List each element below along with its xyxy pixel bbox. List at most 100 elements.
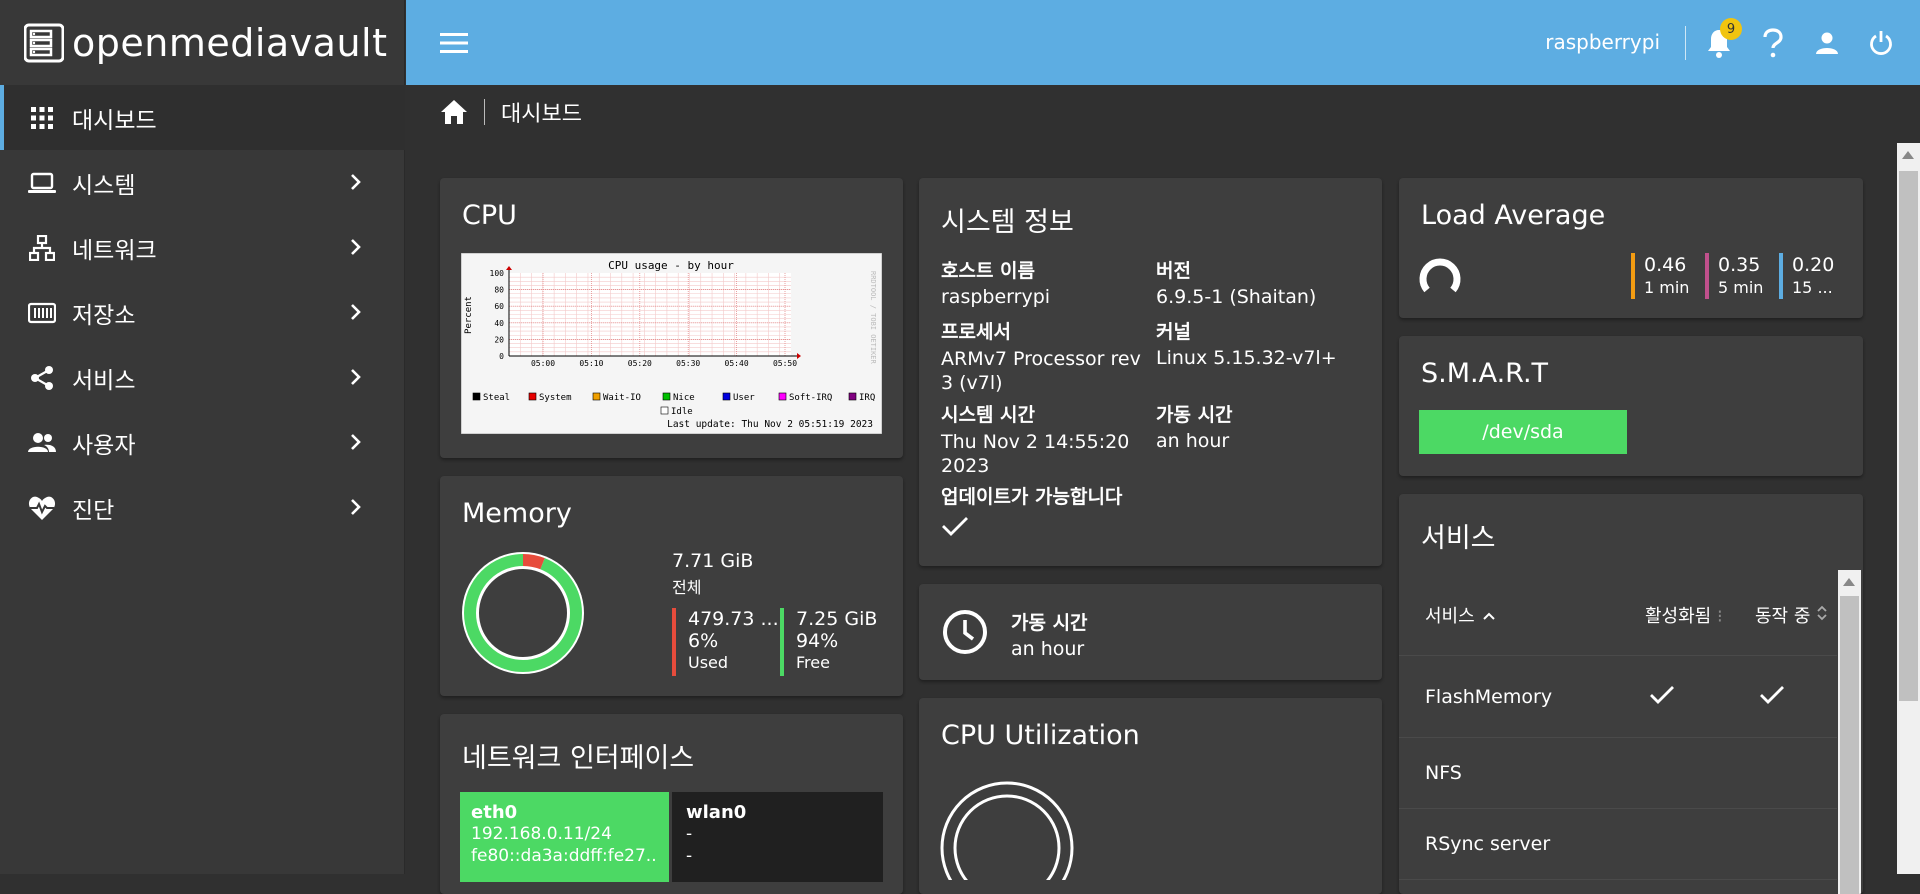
memory-total-value: 7.71 GiB [672, 550, 754, 572]
load-1min: 0.46 1 min [1631, 253, 1689, 299]
load-label: 15 ... [1792, 278, 1833, 297]
chevron-right-icon [351, 304, 361, 320]
running-check-icon [1760, 686, 1784, 704]
legend-label: Idle [671, 407, 693, 417]
help-button[interactable] [1758, 28, 1788, 58]
chart-side-label: RRDTOOL / TOBI OETIKER [869, 271, 877, 365]
card-title: 네트워크 인터페이스 [462, 743, 695, 774]
info-value: raspberrypi [941, 286, 1051, 308]
user-icon [1816, 32, 1838, 54]
info-label: 업데이트가 가능합니다 [941, 486, 1123, 508]
uptime-value: an hour [1011, 638, 1085, 660]
memory-total: 7.71 GiB 전체 [672, 550, 753, 598]
column-header-service[interactable]: 서비스 [1425, 602, 1496, 628]
users-icon [28, 429, 56, 457]
brand[interactable]: openmediavault [24, 18, 388, 68]
services-scrollbar[interactable] [1838, 570, 1861, 894]
y-tick-label: 60 [494, 302, 504, 311]
sidebar-item-label: 사용자 [72, 432, 136, 459]
info-processor: 프로세서 ARMv7 Processor rev 3 (v7l) [941, 317, 1141, 395]
check-icon [942, 517, 968, 536]
menu-icon[interactable] [440, 30, 468, 56]
interface-name: wlan0 [686, 802, 747, 823]
load-15min: 0.20 15 ... [1779, 253, 1834, 299]
table-row[interactable]: RSync server [1399, 809, 1837, 880]
chart-title: CPU usage - by hour [608, 259, 734, 272]
chevron-right-icon [351, 239, 361, 255]
table-row[interactable]: FlashMemory [1399, 656, 1837, 738]
column-header-running[interactable]: 동작 중 [1755, 602, 1828, 628]
scroll-up-arrow[interactable] [1843, 578, 1855, 586]
interface-ipv4: 192.168.0.11/24 [471, 824, 612, 844]
chevron-right-icon [351, 434, 361, 450]
smart-device-tile[interactable]: /dev/sda [1419, 410, 1627, 454]
y-tick-label: 80 [494, 286, 504, 295]
legend-swatch [722, 392, 731, 401]
username-label[interactable]: raspberrypi [1545, 30, 1660, 54]
memory-free-label: Free [796, 653, 830, 672]
column-header-label: 동작 중 [1755, 606, 1811, 627]
x-tick-label: 05:50 [773, 359, 797, 368]
interface-ipv4: - [686, 824, 693, 844]
power-button[interactable] [1866, 28, 1896, 58]
legend-label: IRQ [859, 393, 875, 403]
sidebar-item-label: 시스템 [72, 172, 136, 199]
info-updates: 업데이트가 가능합니다 [941, 482, 1122, 541]
cpu-usage-chart: CPU usage - by hour RRDTOOL / TOBI OETIK… [461, 253, 882, 434]
load-label: 5 min [1718, 278, 1764, 297]
legend-label: System [539, 393, 572, 403]
sidebar-item-dashboard[interactable]: 대시보드 [0, 85, 405, 150]
legend-label: Steal [483, 393, 510, 403]
notifications-button[interactable]: 9 [1704, 18, 1742, 58]
chart-ylabel: Percent [464, 296, 474, 334]
load-value: 0.20 [1792, 254, 1835, 276]
sidebar-item-network[interactable]: 네트워크 [0, 215, 405, 280]
info-kernel: 커널 Linux 5.15.32-v7l+ [1156, 317, 1337, 369]
info-label: 커널 [1156, 321, 1191, 343]
scrollbar-thumb[interactable] [1840, 596, 1859, 894]
info-value-cont: 2023 [941, 455, 990, 477]
column-header-label: 활성화됨 [1645, 606, 1712, 627]
legend-label: Soft-IRQ [789, 393, 832, 403]
table-row[interactable]: NFS [1399, 738, 1837, 809]
card-title: Load Average [1421, 200, 1606, 231]
info-value: Thu Nov 2 14:55:20 [941, 431, 1130, 453]
home-icon[interactable] [440, 98, 468, 126]
memory-used-value: 479.73 ... [688, 608, 779, 630]
column-header-label: 서비스 [1425, 606, 1475, 627]
legend-swatch [778, 392, 787, 401]
chart-last-update: Last update: Thu Nov 2 05:51:19 2023 [667, 419, 873, 430]
column-resize-handle[interactable]: ⁝ [1717, 606, 1723, 627]
card-title: 서비스 [1421, 523, 1496, 554]
legend-label: User [733, 393, 755, 403]
load-5min: 0.35 5 min [1705, 253, 1763, 299]
memory-card: Memory 7.71 GiB 전체 479.73 ... 6% Used 7.… [440, 476, 903, 696]
laptop-icon [28, 169, 56, 197]
storage-icon [28, 299, 56, 327]
share-icon [28, 364, 56, 392]
scrollbar-thumb[interactable] [1899, 171, 1918, 701]
scroll-up-arrow[interactable] [1902, 151, 1914, 159]
x-tick-label: 05:40 [725, 359, 749, 368]
column-header-enabled[interactable]: 활성화됨 ⁝ [1645, 602, 1723, 628]
sidebar-item-system[interactable]: 시스템 [0, 150, 405, 215]
sidebar-item-services[interactable]: 서비스 [0, 345, 405, 410]
user-menu-button[interactable] [1812, 28, 1842, 58]
info-label: 시스템 시간 [941, 404, 1036, 426]
sidebar-item-users[interactable]: 사용자 [0, 410, 405, 475]
grid-icon [28, 104, 56, 132]
cpu-utilization-card: CPU Utilization [919, 698, 1382, 894]
sidebar-item-diagnostics[interactable]: 진단 [0, 475, 405, 540]
sort-ascending-icon [1483, 612, 1496, 620]
info-version: 버전 6.9.5-1 (Shaitan) [1156, 256, 1316, 308]
info-hostname: 호스트 이름 raspberrypi [941, 256, 1050, 308]
x-tick-label: 05:20 [628, 359, 652, 368]
memory-used-pct: 6% [688, 630, 719, 652]
main-scrollbar[interactable] [1897, 143, 1920, 874]
interface-tile-wlan0[interactable]: wlan0 - - [672, 792, 883, 882]
load-spinner-icon [1419, 258, 1461, 293]
services-table-header: 서비스 활성화됨 ⁝ 동작 중 [1399, 576, 1837, 656]
interface-tile-eth0[interactable]: eth0 192.168.0.11/24 fe80::da3a:ddff:fe2… [460, 792, 669, 882]
sidebar-item-storage[interactable]: 저장소 [0, 280, 405, 345]
info-label: 버전 [1156, 260, 1191, 282]
